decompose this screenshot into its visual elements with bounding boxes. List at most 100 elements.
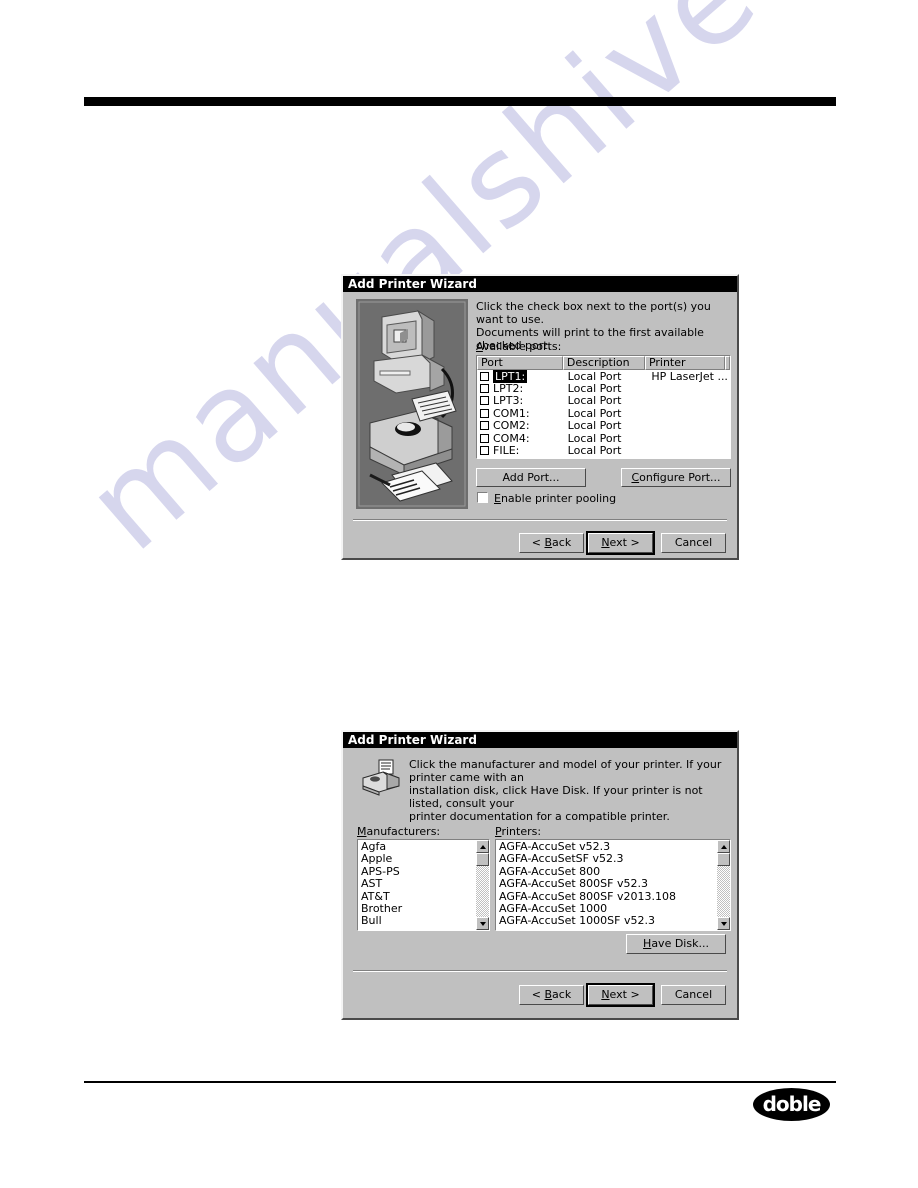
next-accesskey: N: [601, 536, 610, 549]
available-ports-listview[interactable]: Port Description Printer LPT1: Local Port…: [476, 355, 731, 459]
next-label-rest: ext >: [609, 988, 640, 1001]
port-name: COM1:: [493, 406, 530, 420]
configure-port-button[interactable]: Configure Port...: [621, 468, 731, 487]
models-instruction-line3: printer documentation for a compatible p…: [409, 810, 670, 823]
list-item[interactable]: AT&T: [358, 891, 475, 903]
cancel-button[interactable]: Cancel: [661, 533, 726, 553]
doble-logo-ellipse: doble: [753, 1088, 830, 1121]
list-item[interactable]: AGFA-AccuSet v52.3: [496, 841, 716, 853]
manufacturers-scroll-down-button[interactable]: [476, 917, 489, 930]
have-disk-button[interactable]: Have Disk...: [626, 934, 726, 954]
printers-label: Printers:: [495, 825, 541, 838]
printers-scrollbar[interactable]: [717, 840, 730, 930]
manufacturers-scroll-up-button[interactable]: [476, 840, 489, 853]
port-cell[interactable]: COM2:: [477, 419, 565, 432]
printers-scroll-up-button[interactable]: [717, 840, 730, 853]
port-checkbox[interactable]: [480, 408, 489, 418]
doble-logo: doble: [753, 1088, 830, 1121]
cancel-button[interactable]: Cancel: [661, 985, 726, 1005]
available-ports-label: Available ports:: [476, 340, 561, 353]
port-cell[interactable]: LPT2:: [477, 382, 565, 395]
chevron-up-icon: [479, 844, 486, 849]
available-ports-label-rest: vailable ports:: [482, 340, 562, 353]
next-button[interactable]: Next >: [586, 531, 655, 555]
list-item[interactable]: Brother: [358, 903, 475, 915]
printers-items: AGFA-AccuSet v52.3 AGFA-AccuSetSF v52.3 AG…: [496, 841, 716, 928]
column-header-port[interactable]: Port: [477, 356, 563, 370]
port-checkbox[interactable]: [480, 433, 489, 443]
list-item-label: AGFA-AccuSet v52.3: [499, 841, 611, 853]
page-header-rule: [84, 97, 836, 106]
manufacturers-accesskey: M: [357, 825, 367, 838]
enable-printer-pooling-checkbox[interactable]: [477, 492, 488, 503]
doble-logo-text: doble: [762, 1092, 822, 1116]
description-cell: Local Port: [567, 419, 622, 433]
table-row[interactable]: LPT1: Local Port HP LaserJet ...: [477, 369, 730, 383]
port-name: COM2:: [493, 419, 530, 433]
list-item[interactable]: APS-PS: [358, 866, 475, 878]
port-name: FILE:: [493, 444, 520, 458]
enable-pooling-accesskey: E: [494, 492, 501, 505]
illustration-svg: [356, 299, 468, 509]
back-accesskey: B: [544, 536, 553, 549]
manufacturers-items: Agfa Apple APS-PS AST AT&T Brother Bull: [358, 841, 475, 928]
add-port-button[interactable]: Add Port...: [476, 468, 586, 487]
description-cell: Local Port: [567, 394, 622, 408]
column-header-spare[interactable]: [725, 356, 730, 370]
port-checkbox[interactable]: [480, 384, 489, 394]
port-cell[interactable]: COM1:: [477, 407, 565, 420]
port-checkbox[interactable]: [480, 396, 489, 406]
listview-header: Port Description Printer: [477, 356, 730, 370]
list-item-label: Agfa: [361, 841, 387, 853]
table-row[interactable]: LPT2: Local Port: [477, 382, 730, 395]
port-name: LPT1:: [493, 369, 528, 383]
enable-printer-pooling-label[interactable]: Enable printer pooling: [494, 492, 616, 505]
manufacturers-scroll-thumb[interactable]: [476, 853, 489, 866]
table-row[interactable]: COM1: Local Port: [477, 406, 730, 420]
table-row[interactable]: FILE: Local Port: [477, 444, 730, 458]
add-printer-wizard-models-dialog: Add Printer Wizard Click the manufacture…: [341, 730, 739, 1020]
list-item[interactable]: AGFA-AccuSet 1000: [496, 903, 716, 915]
list-item[interactable]: Agfa: [358, 841, 475, 853]
back-button[interactable]: < Back: [519, 985, 584, 1005]
list-item[interactable]: Bull: [358, 915, 475, 927]
port-cell[interactable]: FILE:: [477, 444, 565, 457]
description-cell: Local Port: [567, 444, 622, 458]
list-item[interactable]: AGFA-AccuSet 800: [496, 866, 716, 878]
back-button[interactable]: < Back: [519, 533, 584, 553]
list-item[interactable]: AGFA-AccuSetSF v52.3: [496, 853, 716, 865]
port-cell[interactable]: LPT1:: [477, 369, 565, 383]
port-cell[interactable]: LPT3:: [477, 394, 565, 407]
table-row[interactable]: COM4: Local Port: [477, 432, 730, 445]
printers-listbox[interactable]: AGFA-AccuSet v52.3 AGFA-AccuSetSF v52.3 AG…: [495, 839, 731, 931]
column-header-printer[interactable]: Printer: [644, 356, 725, 370]
list-item[interactable]: AGFA-AccuSet 1000SF v52.3: [496, 915, 716, 927]
port-cell[interactable]: COM4:: [477, 432, 565, 445]
chevron-down-icon: [479, 921, 486, 926]
manufacturers-label: Manufacturers:: [357, 825, 440, 838]
list-item[interactable]: AGFA-AccuSet 800SF v52.3: [496, 878, 716, 890]
page-footer-rule: [84, 1081, 836, 1083]
column-header-description[interactable]: Description: [562, 356, 645, 370]
description-cell: Local Port: [567, 369, 622, 383]
list-item[interactable]: Apple: [358, 853, 475, 865]
next-button[interactable]: Next >: [586, 983, 655, 1007]
manufacturers-listbox[interactable]: Agfa Apple APS-PS AST AT&T Brother Bull: [357, 839, 490, 931]
configure-port-accesskey: C: [631, 471, 640, 484]
dialog-separator: [353, 519, 727, 521]
port-checkbox[interactable]: [480, 371, 489, 381]
manufacturers-scrollbar[interactable]: [476, 840, 489, 930]
table-row[interactable]: LPT3: Local Port: [477, 394, 730, 408]
port-checkbox[interactable]: [480, 446, 489, 456]
table-row[interactable]: COM2: Local Port: [477, 419, 730, 433]
printers-scroll-down-button[interactable]: [717, 917, 730, 930]
ports-instruction-line1: Click the check box next to the port(s) …: [476, 300, 711, 326]
back-accesskey: B: [544, 988, 553, 1001]
list-item[interactable]: AGFA-AccuSet 800SF v2013.108: [496, 891, 716, 903]
description-cell: Local Port: [567, 406, 622, 420]
port-checkbox[interactable]: [480, 421, 489, 431]
chevron-up-icon: [720, 844, 727, 849]
printers-scroll-thumb[interactable]: [717, 853, 730, 866]
list-item[interactable]: AST: [358, 878, 475, 890]
port-name: COM4:: [493, 431, 530, 445]
